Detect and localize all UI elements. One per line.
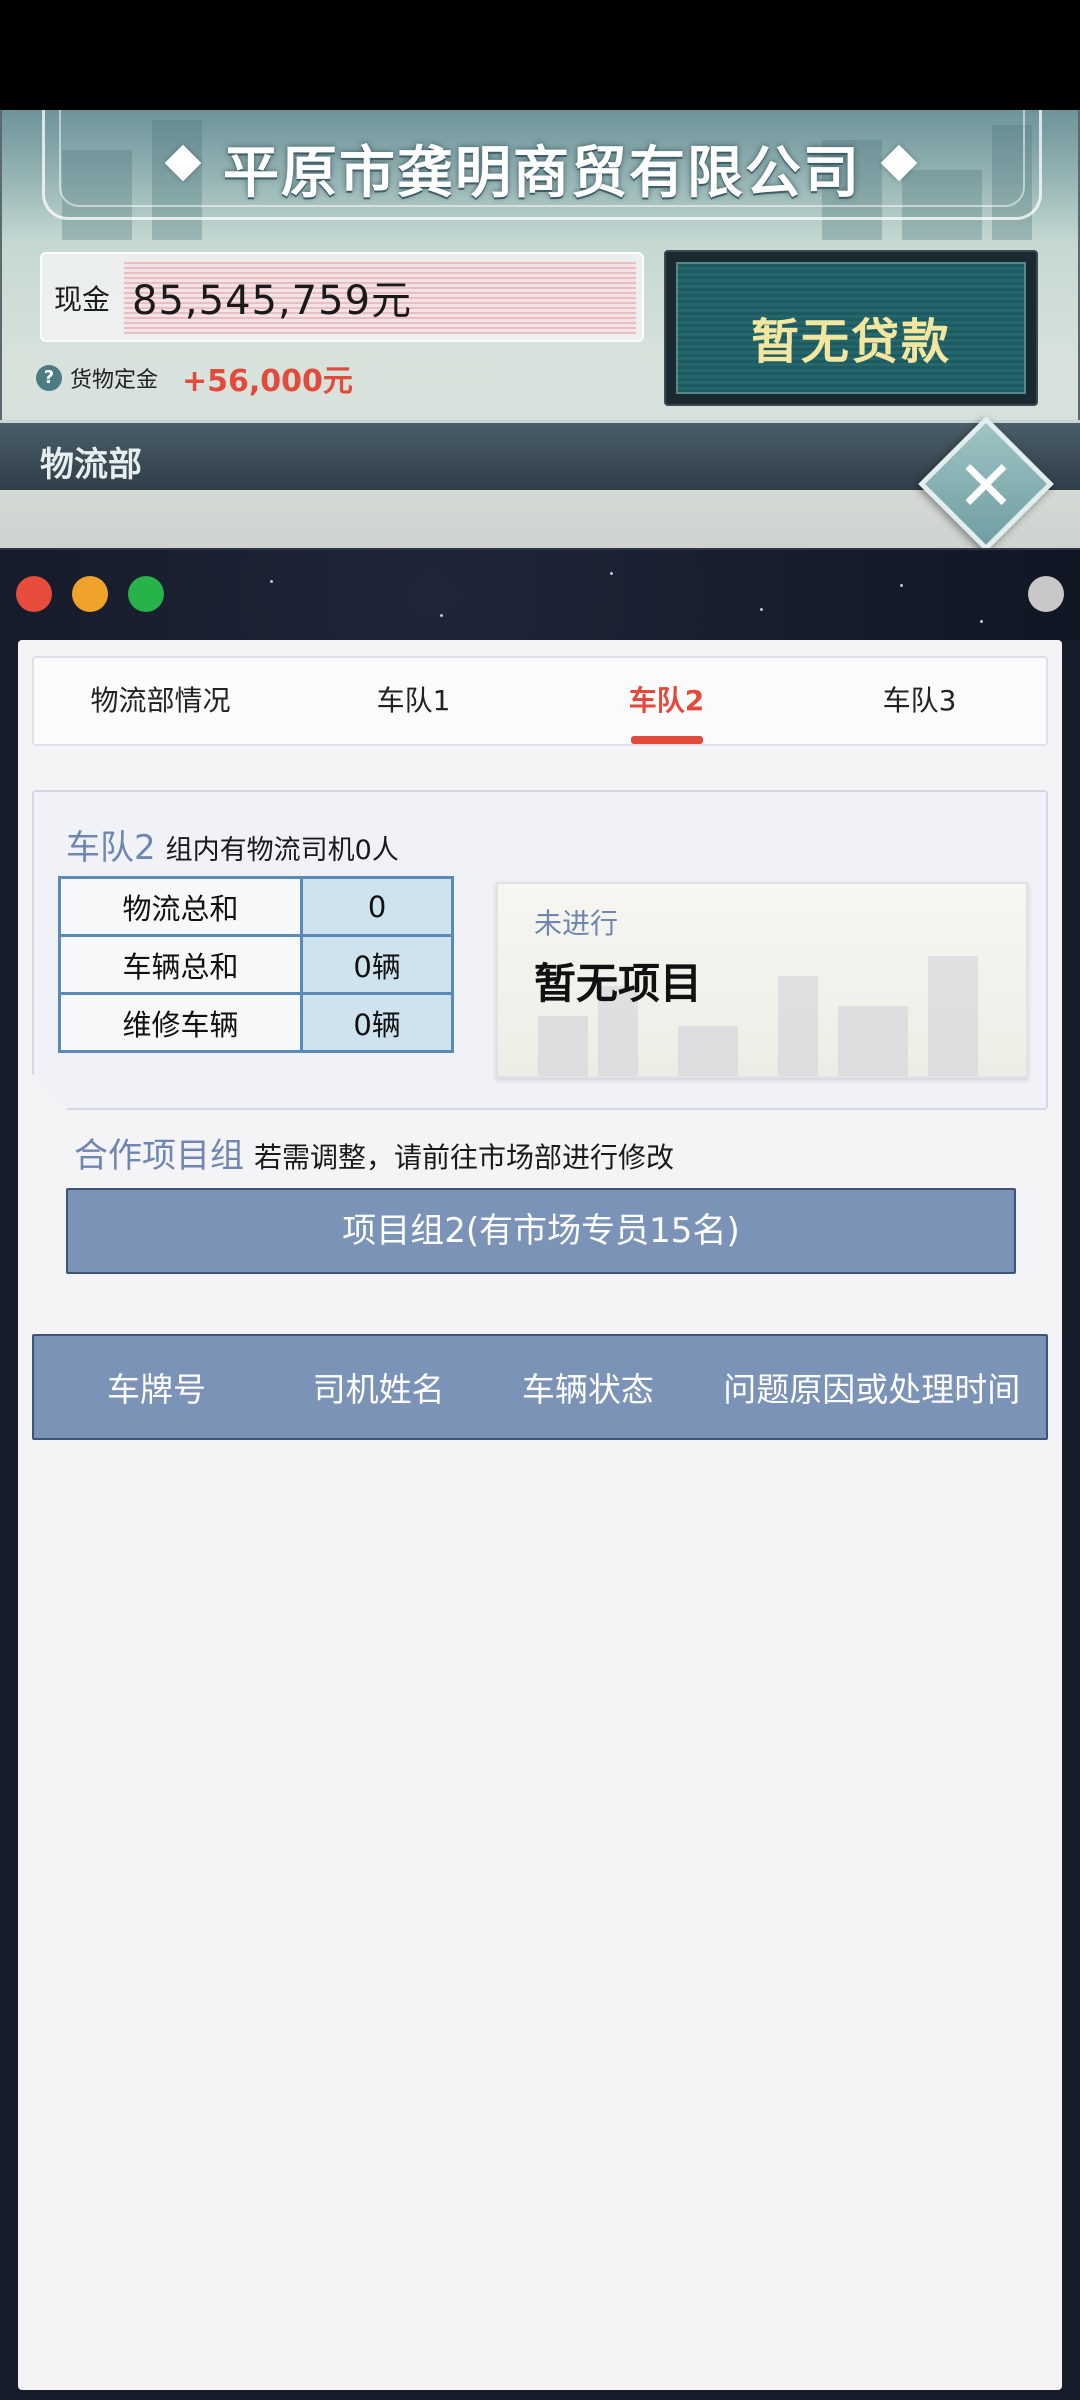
close-icon[interactable]: ✕ <box>940 440 1032 532</box>
deposit-label: 货物定金 <box>70 368 159 393</box>
tab-department-overview[interactable]: 物流部情况 <box>34 658 287 744</box>
project-status: 未进行 <box>534 907 619 940</box>
fleet-heading: 车队2 组内有物流司机0人 <box>66 820 399 869</box>
deposit-value: +56,000元 <box>182 364 353 399</box>
stat-value: 0 <box>300 876 454 937</box>
company-name: 平原市龚明商贸有限公司 <box>223 141 861 206</box>
stat-label: 维修车辆 <box>57 992 304 1053</box>
cooperation-heading: 合作项目组 若需调整，请前往市场部进行修改 <box>74 1128 674 1177</box>
fleet-name: 车队2 <box>66 828 156 868</box>
cash-value: 85,545,759元 <box>132 278 413 324</box>
table-row: 物流总和 0 <box>57 876 454 937</box>
project-group-button[interactable]: 项目组2(有市场专员15名) <box>66 1188 1016 1274</box>
project-card[interactable]: 未进行 暂无项目 <box>496 882 1028 1078</box>
column-header-status: 车辆状态 <box>521 1370 654 1409</box>
window-close-dot[interactable] <box>16 576 52 612</box>
help-icon[interactable]: ? <box>36 365 62 391</box>
vehicle-table-header: 车牌号 司机姓名 车辆状态 问题原因或处理时间 <box>32 1334 1048 1440</box>
fleet-stats-table: 物流总和 0 车辆总和 0辆 维修车辆 0辆 <box>57 876 454 1053</box>
cooperation-hint: 若需调整，请前往市场部进行修改 <box>254 1141 675 1174</box>
cash-box: 现金 85,545,759元 <box>40 252 644 342</box>
window-titlebar <box>0 550 1080 640</box>
cash-label: 现金 <box>54 283 111 316</box>
loan-label: 暂无贷款 <box>750 314 951 370</box>
tab-label: 车队2 <box>628 684 705 717</box>
table-row: 车辆总和 0辆 <box>57 934 454 995</box>
logistics-window: 物流部情况 车队1 车队2 车队3 车队2 组内有物流司机0人 物流总和 0 车… <box>0 548 1080 2400</box>
tab-label: 物流部情况 <box>90 684 231 717</box>
window-minimize-dot[interactable] <box>72 576 108 612</box>
project-name: 暂无项目 <box>534 959 703 1008</box>
department-bar: 物流部 <box>0 420 1080 490</box>
cooperation-title: 合作项目组 <box>74 1136 244 1176</box>
stat-label: 物流总和 <box>57 876 304 937</box>
tab-label: 车队3 <box>882 684 957 717</box>
stat-value: 0辆 <box>300 934 454 995</box>
fleet-panel: 车队2 组内有物流司机0人 物流总和 0 车辆总和 0辆 维修车辆 0辆 未进行… <box>32 790 1048 1110</box>
deposit-row: ? 货物定金 +56,000元 <box>36 358 353 399</box>
window-maximize-dot[interactable] <box>128 576 164 612</box>
tab-fleet-2[interactable]: 车队2 <box>540 658 793 744</box>
active-tab-indicator <box>630 736 703 744</box>
tab-fleet-3[interactable]: 车队3 <box>793 658 1046 744</box>
column-header-plate: 车牌号 <box>107 1370 207 1409</box>
tab-bar: 物流部情况 车队1 车队2 车队3 <box>32 656 1048 746</box>
department-title: 物流部 <box>40 445 142 485</box>
loan-button[interactable]: 暂无贷款 <box>664 250 1038 406</box>
stat-label: 车辆总和 <box>57 934 304 995</box>
tab-label: 车队1 <box>376 684 451 717</box>
window-content: 物流部情况 车队1 车队2 车队3 车队2 组内有物流司机0人 物流总和 0 车… <box>18 640 1062 2390</box>
status-bar <box>0 0 1080 110</box>
tab-fleet-1[interactable]: 车队1 <box>287 658 540 744</box>
stat-value: 0辆 <box>300 992 454 1053</box>
window-menu-dot[interactable] <box>1028 576 1064 612</box>
fleet-description: 组内有物流司机0人 <box>165 835 399 866</box>
table-row: 维修车辆 0辆 <box>57 992 454 1053</box>
column-header-driver: 司机姓名 <box>312 1370 445 1409</box>
column-header-issue: 问题原因或处理时间 <box>723 1370 1021 1409</box>
